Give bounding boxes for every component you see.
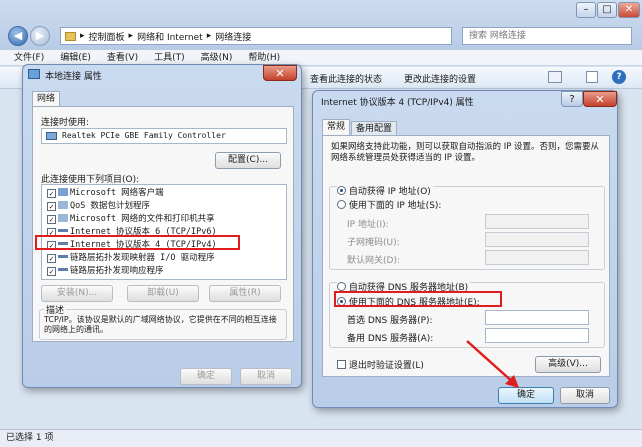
- list-item[interactable]: ✓ Microsoft 网络客户端: [47, 187, 164, 199]
- ip-address-label: IP 地址(I):: [347, 220, 389, 230]
- checkbox-icon[interactable]: ✓: [47, 254, 56, 263]
- dialog-close-button[interactable]: ✕: [263, 65, 297, 81]
- preferred-dns-label: 首选 DNS 服务器(P):: [347, 316, 433, 326]
- network-service-icon: [58, 201, 68, 209]
- adapter-icon: [46, 132, 57, 140]
- back-icon[interactable]: ◀: [8, 26, 28, 46]
- list-item[interactable]: ✓ 链路层拓扑发现映射器 I/O 驱动程序: [47, 252, 215, 264]
- items-list[interactable]: ✓ Microsoft 网络客户端 ✓ QoS 数据包计划程序 ✓ Microsoft…: [41, 184, 287, 280]
- local-connection-dialog: 本地连接 属性 ✕ 网络 连接时使用: Realtek PCIe GBE Fam…: [22, 64, 302, 388]
- view-status-command[interactable]: 查看此连接的状态: [310, 72, 382, 85]
- configure-button[interactable]: 配置(C)...: [215, 152, 281, 169]
- subnet-mask-label: 子网掩码(U):: [347, 238, 400, 248]
- adapter-field: Realtek PCIe GBE Family Controller: [41, 128, 287, 144]
- install-button[interactable]: 安装(N)...: [41, 285, 113, 302]
- auto-ip-option[interactable]: 自动获得 IP 地址(O): [337, 184, 433, 197]
- search-input[interactable]: 搜索 网络连接: [462, 27, 632, 45]
- description-text: TCP/IP。该协议是默认的广域网络协议，它提供在不同的相互连接的网络上的通讯。: [44, 315, 277, 334]
- checkbox-icon[interactable]: ✓: [47, 215, 56, 224]
- ipv4-properties-dialog: Internet 协议版本 4 (TCP/IPv4) 属性 ? ✕ 常规 备用配…: [312, 90, 618, 408]
- network-tab-panel: 连接时使用: Realtek PCIe GBE Family Controlle…: [32, 106, 294, 342]
- tab-alternate-config[interactable]: 备用配置: [351, 121, 398, 135]
- breadcrumb-network-internet[interactable]: 网络和 Internet: [137, 30, 203, 43]
- dialog-close-button[interactable]: ✕: [583, 91, 617, 107]
- dialog-title: 本地连接 属性: [45, 72, 102, 82]
- properties-button[interactable]: 属性(R): [209, 285, 281, 302]
- menu-advanced[interactable]: 高级(N): [201, 50, 233, 65]
- checkbox-icon[interactable]: ✓: [47, 202, 56, 211]
- breadcrumb-network-connections[interactable]: 网络连接: [215, 30, 251, 43]
- breadcrumb-sep: ▸: [206, 31, 212, 41]
- breadcrumb-sep: ▸: [128, 31, 134, 41]
- menu-tools[interactable]: 工具(T): [154, 50, 185, 65]
- menu-file[interactable]: 文件(F): [14, 50, 44, 65]
- maximize-button[interactable]: □: [597, 2, 617, 18]
- breadcrumb-sep: ▸: [80, 31, 85, 41]
- radio-icon[interactable]: [337, 200, 346, 209]
- selection-count: 已选择 1 项: [6, 433, 54, 443]
- arrow-line: [466, 340, 516, 385]
- menu-edit[interactable]: 编辑(E): [60, 50, 91, 65]
- checkbox-icon[interactable]: [337, 360, 346, 369]
- highlight-ipv4-item: [35, 235, 240, 250]
- protocol-icon: [58, 255, 68, 258]
- cancel-button[interactable]: 取消: [560, 387, 610, 404]
- menu-help[interactable]: 帮助(H): [248, 50, 280, 65]
- view-options-icon[interactable]: [548, 71, 562, 83]
- menu-view[interactable]: 查看(V): [107, 50, 138, 65]
- default-gateway-field[interactable]: [485, 250, 589, 265]
- intro-text: 如果网络支持此功能，则可以获取自动指派的 IP 设置。否则，您需要从网络系统管理…: [331, 142, 600, 163]
- breadcrumb-control-panel[interactable]: 控制面板: [89, 30, 125, 43]
- tab-network[interactable]: 网络: [32, 91, 61, 107]
- tab-general[interactable]: 常规: [322, 119, 351, 135]
- preview-pane-icon[interactable]: [586, 71, 598, 83]
- folder-icon: [65, 31, 76, 41]
- uninstall-button[interactable]: 卸载(U): [127, 285, 199, 302]
- window-close-button[interactable]: ✕: [618, 2, 640, 18]
- list-item[interactable]: ✓ QoS 数据包计划程序: [47, 200, 150, 212]
- alternate-dns-label: 备用 DNS 服务器(A):: [347, 334, 434, 344]
- radio-icon[interactable]: [337, 186, 346, 195]
- annotation-arrow: [466, 340, 519, 388]
- dialog-title: Internet 协议版本 4 (TCP/IPv4) 属性: [321, 98, 474, 108]
- adapter-name: Realtek PCIe GBE Family Controller: [62, 131, 226, 140]
- protocol-icon: [58, 229, 68, 232]
- help-icon[interactable]: ?: [612, 70, 626, 84]
- default-gateway-label: 默认网关(D):: [347, 256, 400, 266]
- cancel-button[interactable]: 取消: [240, 368, 292, 385]
- radio-icon[interactable]: [337, 282, 346, 291]
- change-settings-command[interactable]: 更改此连接的设置: [404, 72, 476, 85]
- subnet-mask-field[interactable]: [485, 232, 589, 247]
- address-bar[interactable]: ▸ 控制面板 ▸ 网络和 Internet ▸ 网络连接: [60, 27, 452, 45]
- connect-using-label: 连接时使用:: [41, 118, 90, 128]
- network-client-icon: [58, 188, 68, 196]
- status-bar: 已选择 1 项: [0, 429, 642, 447]
- preferred-dns-field[interactable]: [485, 310, 589, 325]
- help-button[interactable]: ?: [561, 91, 583, 107]
- forward-icon[interactable]: ▶: [30, 26, 50, 46]
- protocol-icon: [58, 268, 68, 271]
- checkbox-icon[interactable]: ✓: [47, 267, 56, 276]
- minimize-button[interactable]: –: [576, 2, 596, 18]
- description-group: 描述 TCP/IP。该协议是默认的广域网络协议，它提供在不同的相互连接的网络上的…: [39, 303, 287, 340]
- ok-button[interactable]: 确定: [180, 368, 232, 385]
- highlight-manual-dns: [334, 291, 502, 307]
- list-item[interactable]: ✓ Microsoft 网络的文件和打印机共享: [47, 213, 215, 225]
- network-adapter-icon: [28, 69, 40, 79]
- ip-address-field[interactable]: [485, 214, 589, 229]
- manual-ip-option[interactable]: 使用下面的 IP 地址(S):: [337, 198, 441, 211]
- validate-on-exit-option[interactable]: 退出时验证设置(L): [337, 358, 424, 371]
- network-service-icon: [58, 214, 68, 222]
- advanced-button[interactable]: 高级(V)...: [535, 356, 601, 373]
- checkbox-icon[interactable]: ✓: [47, 189, 56, 198]
- list-item[interactable]: ✓ 链路层拓扑发现响应程序: [47, 265, 164, 277]
